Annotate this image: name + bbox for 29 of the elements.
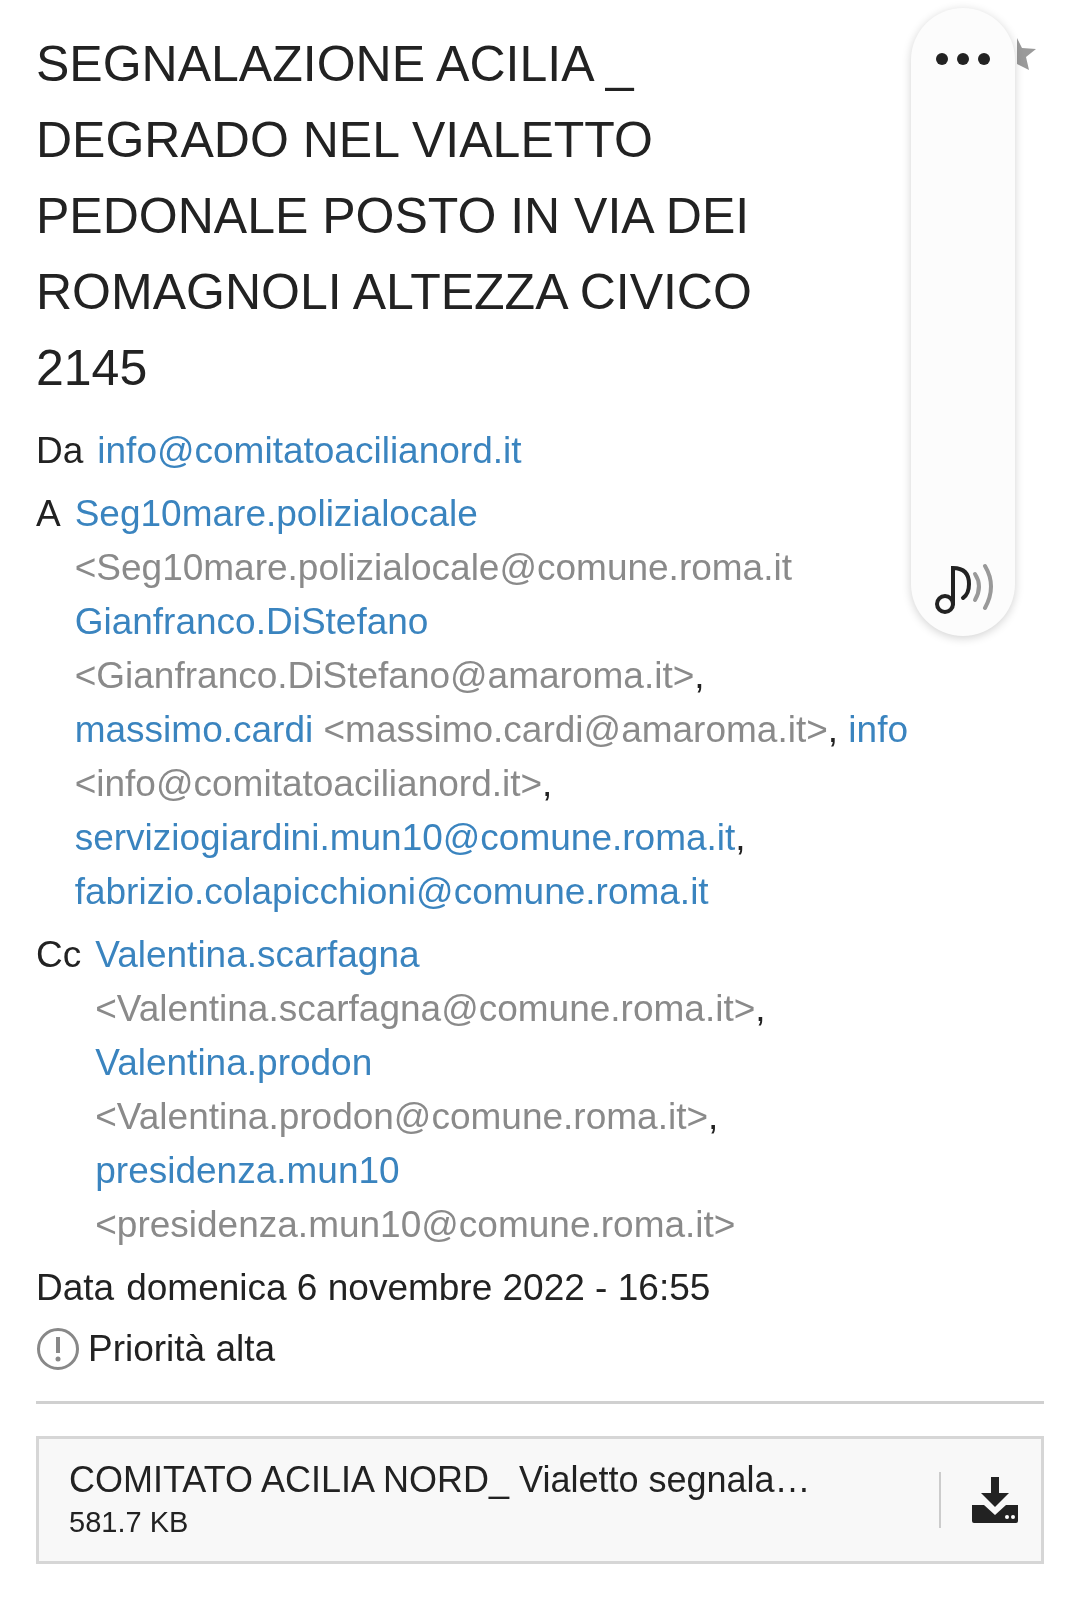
- recipient-link[interactable]: serviziogiardini.mun10@comune.roma.it,: [74, 817, 746, 858]
- priority-icon: [36, 1326, 80, 1371]
- download-button[interactable]: [969, 1475, 1021, 1525]
- recipient-address: <presidenza.mun10@comune.roma.it>: [95, 1204, 736, 1245]
- date-value: domenica 6 novembre 2022 - 16:55: [126, 1266, 711, 1310]
- sender-link[interactable]: info@comitatoacilianord.it: [97, 430, 522, 471]
- recipient-link[interactable]: fabrizio.colapicchioni@comune.roma.it: [74, 871, 709, 912]
- to-label: A: [36, 492, 61, 536]
- recipient-link[interactable]: Valentina.prodon: [95, 1042, 373, 1083]
- recipient-address: <Seg10mare.polizialocale@comune.roma.it: [74, 547, 792, 588]
- recipient-address: <info@comitatoacilianord.it>,: [74, 763, 553, 804]
- recipient-address: <Gianfranco.DiStefano@amaroma.it>,: [74, 655, 705, 696]
- recipient-link[interactable]: Valentina.scarfagna: [95, 934, 420, 975]
- date-label: Data: [36, 1266, 115, 1310]
- recipient-address: <massimo.cardi@amaroma.it>,: [323, 709, 839, 750]
- recipient-link[interactable]: massimo.cardi: [74, 709, 314, 750]
- recipient-address: <Valentina.prodon@comune.roma.it>,: [95, 1096, 719, 1137]
- cc-label: Cc: [36, 933, 82, 977]
- attachment-card[interactable]: COMITATO ACILIA NORD_ Vialetto segnala… 581.7 KB: [36, 1436, 1044, 1564]
- recipient-link[interactable]: info: [848, 709, 908, 750]
- email-subject: SEGNALAZIONE ACILIA _ DEGRADO NEL VIALETTO PEDONALE POSTO IN VIA DEI ROMAGNOLI ALTEZZA CIVICO 2145: [36, 35, 753, 398]
- attachment-size: 581.7 KB: [69, 1505, 190, 1540]
- from-label: Da: [36, 429, 84, 473]
- attachment-name: COMITATO ACILIA NORD_ Vialetto segnala…: [69, 1458, 812, 1502]
- recipient-link[interactable]: Gianfranco.DiStefano: [74, 601, 429, 642]
- recipient-address: <Valentina.scarfagna@comune.roma.it>,: [95, 988, 766, 1029]
- recipient-link[interactable]: Seg10mare.polizialocale: [74, 493, 478, 534]
- recipient-link[interactable]: presidenza.mun10: [95, 1150, 400, 1191]
- priority-label: Priorità alta: [88, 1327, 276, 1371]
